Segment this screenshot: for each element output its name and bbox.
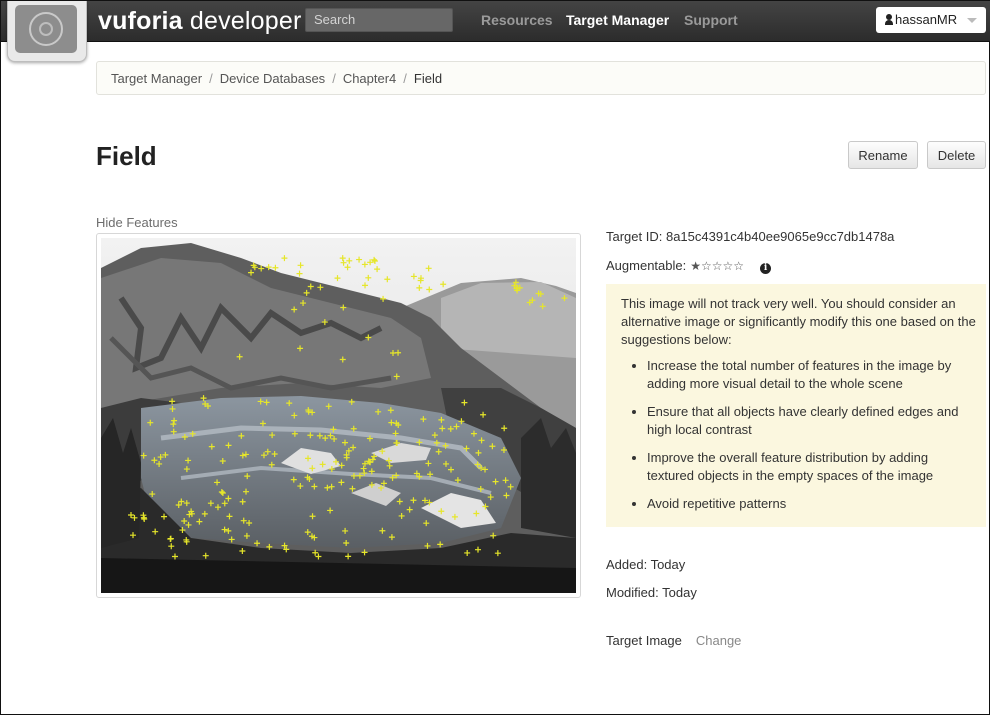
target-id: Target ID: 8a15c4391c4b40ee9065e9cc7db14… [606,229,895,244]
added-date: Added: Today [606,557,686,572]
augmentable-label: Augmentable: [606,258,687,273]
nav-target-manager[interactable]: Target Manager [566,12,669,28]
page-title: Field [96,141,157,171]
target-image-label: Target Image [606,633,682,648]
logo-badge [15,5,77,53]
change-image-link[interactable]: Change [696,633,742,648]
brand-wordmark[interactable]: vuforia developer [98,5,302,37]
breadcrumb-chapter4[interactable]: Chapter4 [343,71,396,86]
modified-date: Modified: Today [606,585,697,600]
suggestion-item: Ensure that all objects have clearly def… [647,403,976,439]
vuforia-logo[interactable] [7,1,87,62]
breadcrumb-current: Field [413,71,443,86]
target-image-row: Target Image Change [606,633,741,648]
breadcrumb-separator: / [332,71,336,86]
rename-button[interactable]: Rename [848,141,918,169]
target-image [101,238,576,593]
warning-text: This image will not track very well. You… [621,296,976,347]
top-navbar: vuforia developer Search Resources Targe… [1,1,990,42]
target-image-frame [96,233,581,598]
breadcrumb-separator: / [403,71,407,86]
breadcrumb-separator: / [209,71,213,86]
user-name: hassanMR [895,12,958,27]
suggestion-item: Avoid repetitive patterns [647,495,976,513]
breadcrumb-target-manager[interactable]: Target Manager [111,71,202,86]
hide-features-link[interactable]: Hide Features [96,215,178,230]
augmentable-row: Augmentable: ★☆☆☆☆ i [606,258,772,274]
brand-bold: vuforia [98,7,183,35]
logo-icon [29,12,63,46]
brand-rest: developer [182,7,302,35]
search-input[interactable]: Search [305,8,453,32]
nav-resources[interactable]: Resources [481,12,553,28]
breadcrumb: Target Manager / Device Databases / Chapter4… [96,61,986,95]
augmentable-rating-stars: ★☆☆☆☆ [690,259,745,273]
tracking-warning-box: This image will not track very well. You… [606,284,986,527]
breadcrumb-device-databases[interactable]: Device Databases [220,71,326,86]
chevron-down-icon [967,18,977,23]
nav-support[interactable]: Support [684,12,738,28]
suggestion-item: Improve the overall feature distribution… [647,449,976,485]
delete-button[interactable]: Delete [927,141,986,169]
info-icon[interactable]: i [760,263,772,274]
suggestion-item: Increase the total number of features in… [647,357,976,393]
user-icon [885,14,893,25]
user-menu-button[interactable]: hassanMR [876,7,986,33]
suggestion-list: Increase the total number of features in… [621,357,976,513]
